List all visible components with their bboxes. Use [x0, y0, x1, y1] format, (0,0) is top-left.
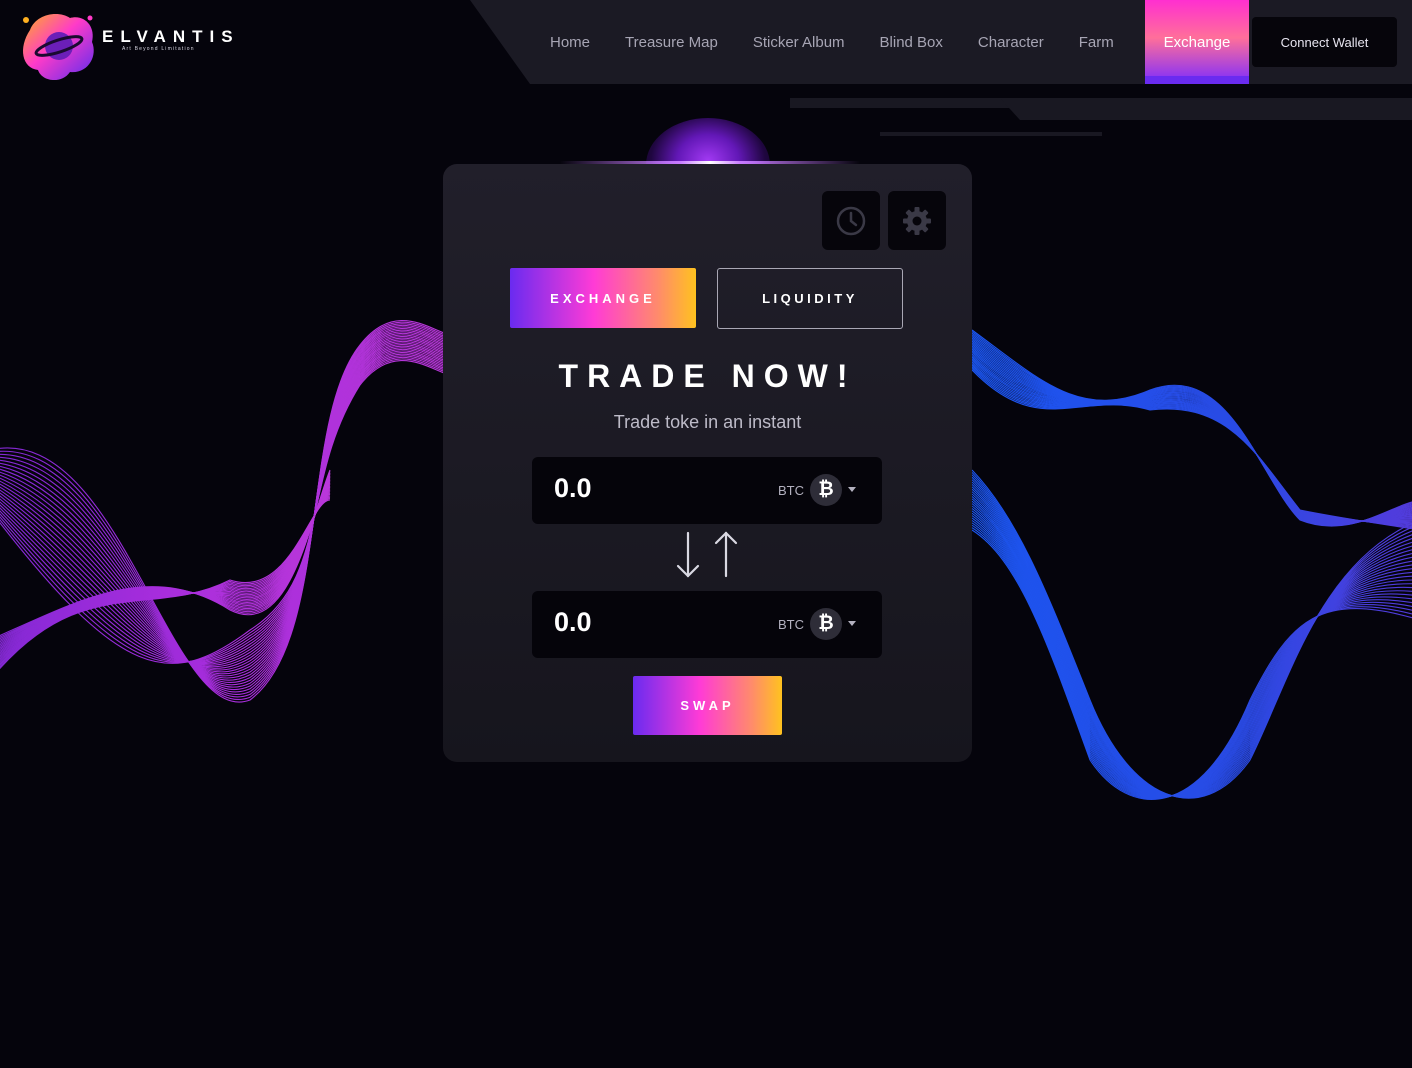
- exchange-page: ELVANTIS Art Beyond Limitation Home Trea…: [0, 0, 1412, 1068]
- wave-line: [0, 344, 451, 669]
- wave-line: [971, 510, 1412, 797]
- wave-line: [0, 337, 451, 677]
- nav-item-exchange[interactable]: Exchange: [1145, 0, 1249, 84]
- wave-line: [0, 340, 451, 673]
- brand-tagline: Art Beyond Limitation: [122, 46, 195, 52]
- nav-active-underline: [1145, 76, 1249, 84]
- wave-line: [971, 350, 1412, 523]
- card-glow-line: [560, 161, 860, 164]
- brand-name: ELVANTIS: [102, 27, 240, 46]
- wave-line: [0, 332, 451, 683]
- wave-line: [0, 347, 451, 666]
- wave-line: [971, 340, 1412, 524]
- page-subtitle: Trade toke in an instant: [613, 412, 802, 432]
- from-amount-field[interactable]: 0.0 BTC ₿: [532, 457, 882, 524]
- wave-line: [971, 347, 1412, 523]
- wave-line: [971, 517, 1412, 798]
- wave-line: [971, 529, 1412, 800]
- settings-button[interactable]: [888, 191, 946, 250]
- wave-line: [0, 329, 451, 688]
- wave-line: [971, 334, 1412, 526]
- wave-line: [971, 519, 1412, 799]
- bitcoin-icon[interactable]: ₿: [810, 608, 842, 640]
- wave-line: [0, 320, 451, 703]
- from-amount-value[interactable]: 0.0: [554, 473, 592, 504]
- main-nav: Home Treasure Map Sticker Album Blind Bo…: [550, 0, 1149, 84]
- wave-line: [971, 500, 1412, 797]
- wave-line: [971, 339, 1412, 525]
- nav-item-farm[interactable]: Farm: [1079, 34, 1114, 51]
- wave-line: [971, 345, 1412, 523]
- wave-line: [971, 507, 1412, 797]
- history-button[interactable]: [822, 191, 880, 250]
- wave-line: [971, 493, 1412, 797]
- wave-line: [971, 488, 1412, 797]
- wave-line: [971, 342, 1412, 524]
- wave-line: [0, 334, 451, 681]
- wave-line: [971, 498, 1412, 797]
- wave-line: [971, 524, 1412, 799]
- wave-line: [971, 348, 1412, 523]
- wave-line: [971, 331, 1412, 527]
- wave-line: [0, 336, 451, 679]
- wave-line: [971, 515, 1412, 798]
- to-currency-label: BTC: [778, 617, 804, 632]
- nav-item-blind-box[interactable]: Blind Box: [880, 34, 943, 51]
- wave-line: [971, 503, 1412, 797]
- wave-line: [971, 522, 1412, 799]
- chevron-down-icon[interactable]: [848, 621, 856, 626]
- wave-line: [971, 329, 1412, 527]
- tab-exchange[interactable]: EXCHANGE: [510, 268, 696, 328]
- to-amount-field[interactable]: 0.0 BTC ₿: [532, 591, 882, 658]
- swap-direction-icon[interactable]: [675, 530, 741, 582]
- gear-icon: [903, 206, 931, 235]
- header-stripe: [880, 132, 1102, 136]
- wave-line: [0, 328, 451, 690]
- from-currency-label: BTC: [778, 483, 804, 498]
- wave-line: [0, 321, 451, 701]
- planet-logo-icon: [23, 14, 94, 81]
- bitcoin-icon[interactable]: ₿: [810, 474, 842, 506]
- wave-line: [971, 332, 1412, 526]
- swap-button[interactable]: SWAP: [633, 676, 782, 735]
- nav-item-treasure-map[interactable]: Treasure Map: [625, 34, 718, 51]
- wave-line: [971, 527, 1412, 800]
- wave-line: [971, 483, 1412, 797]
- wave-line: [971, 512, 1412, 798]
- to-amount-value[interactable]: 0.0: [554, 607, 592, 638]
- chevron-down-icon[interactable]: [848, 487, 856, 492]
- header-stripe: [1000, 98, 1412, 120]
- logo[interactable]: ELVANTIS Art Beyond Limitation: [18, 8, 233, 84]
- wave-line: [971, 343, 1412, 524]
- nav-item-character[interactable]: Character: [978, 34, 1044, 51]
- wave-line: [971, 505, 1412, 797]
- exchange-card: EXCHANGE LIQUIDITY TRADE NOW! Trade toke…: [443, 164, 972, 762]
- wave-line: [971, 335, 1412, 526]
- wave-line: [0, 342, 451, 671]
- wave-line: [971, 495, 1412, 797]
- tab-liquidity[interactable]: LIQUIDITY: [717, 268, 903, 329]
- wave-line: [971, 486, 1412, 797]
- nav-item-sticker-album[interactable]: Sticker Album: [753, 34, 845, 51]
- wave-line: [971, 481, 1412, 797]
- wave-line: [971, 479, 1412, 798]
- wave-line: [0, 339, 451, 675]
- wave-line: [971, 491, 1412, 797]
- nav-item-home[interactable]: Home: [550, 34, 590, 51]
- connect-wallet-button[interactable]: Connect Wallet: [1252, 17, 1397, 67]
- clock-icon: [836, 206, 866, 235]
- wave-line: [0, 331, 451, 686]
- wave-line: [0, 360, 451, 664]
- nav-item-exchange-label: Exchange: [1163, 33, 1231, 51]
- wave-line: [971, 337, 1412, 525]
- wave-line: [0, 345, 451, 668]
- page-title: TRADE NOW!: [558, 358, 857, 394]
